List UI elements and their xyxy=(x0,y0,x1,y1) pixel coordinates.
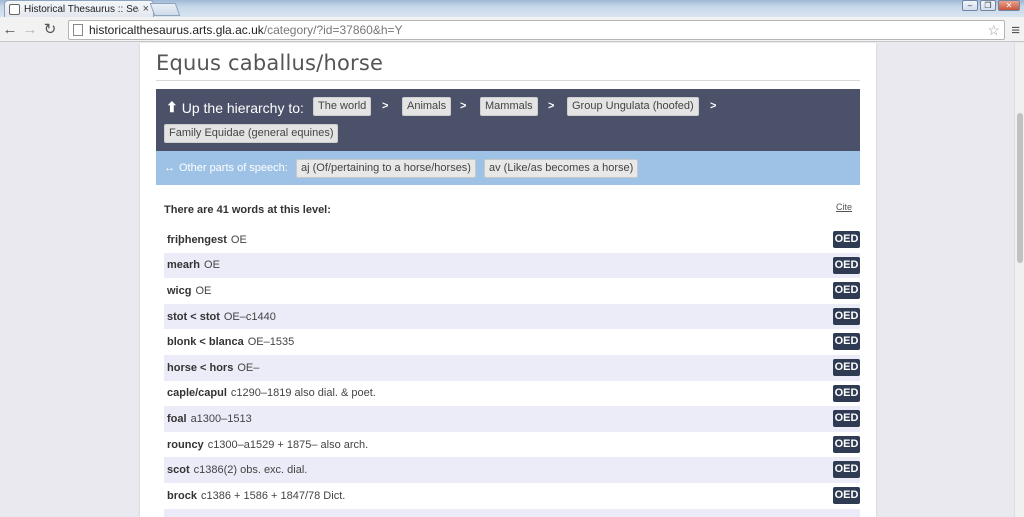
tab-close-icon[interactable]: × xyxy=(143,3,149,15)
list-item: scot c1386(2) obs. exc. dial. OED xyxy=(164,457,860,483)
breadcrumb-separator: > xyxy=(460,100,467,112)
minimize-icon[interactable]: – xyxy=(962,0,978,11)
breadcrumb-equidae[interactable]: Family Equidae (general equines) xyxy=(164,124,339,143)
word-info: c1290–1819 also dial. & poet. xyxy=(230,387,376,400)
word[interactable]: friþhengest xyxy=(167,234,227,246)
word[interactable]: caple/capul xyxy=(167,387,227,399)
word[interactable]: foal xyxy=(167,413,187,425)
word-info: OE xyxy=(230,233,247,246)
word-info: OE– xyxy=(237,361,260,374)
tab-title: Historical Thesaurus :: Sea xyxy=(24,3,139,15)
breadcrumb-the-world[interactable]: The world xyxy=(313,97,372,116)
oed-button[interactable]: OED xyxy=(833,435,860,453)
window-controls: – ❐ ✕ xyxy=(962,0,1020,11)
list-item: blonk < blanca OE–1535 OED xyxy=(164,329,860,355)
star-icon[interactable]: ☆ xyxy=(987,22,1000,39)
word[interactable]: stot < stot xyxy=(167,311,220,323)
word-info: OE xyxy=(195,284,212,297)
word[interactable]: mearh xyxy=(167,259,200,271)
oed-button[interactable]: OED xyxy=(833,486,860,504)
list-item: mearh OE OED xyxy=(164,252,860,279)
pos-adverb-button[interactable]: av (Like/as becomes a horse) xyxy=(484,159,639,178)
up-arrow-icon: ⬆ xyxy=(166,99,178,115)
forward-icon[interactable]: → xyxy=(20,21,40,38)
word-info: OE–c1440 xyxy=(223,310,276,323)
word[interactable]: rouncy xyxy=(167,439,204,451)
word-count: There are 41 words at this level: xyxy=(164,204,331,216)
scrollbar-thumb[interactable] xyxy=(1017,113,1023,263)
new-tab-button[interactable] xyxy=(149,3,181,16)
back-icon[interactable]: ← xyxy=(0,21,20,38)
oed-button[interactable]: OED xyxy=(833,231,860,248)
hierarchy-label-text: Up the hierarchy to: xyxy=(181,99,304,116)
word[interactable]: brock xyxy=(167,490,197,502)
oed-button[interactable]: OED xyxy=(833,461,860,479)
favicon-icon xyxy=(9,3,20,15)
oed-button[interactable]: OED xyxy=(833,358,860,376)
word-info: OE xyxy=(204,259,220,272)
menu-icon[interactable]: ≡ xyxy=(1011,22,1020,39)
word[interactable]: scot xyxy=(167,464,190,476)
pos-adjective-button[interactable]: aj (Of/pertaining to a horse/horses) xyxy=(296,159,476,178)
title-divider xyxy=(156,80,860,81)
breadcrumb-separator: > xyxy=(548,100,555,112)
list-item: brock c1386 + 1586 + 1847/78 Dict. OED xyxy=(164,483,860,509)
oed-button[interactable]: OED xyxy=(833,384,860,402)
word[interactable]: blonk < blanca xyxy=(167,336,244,348)
oed-button[interactable]: OED xyxy=(833,410,860,428)
oed-button[interactable]: OED xyxy=(833,307,860,325)
list-item xyxy=(164,508,860,517)
word[interactable]: wicg xyxy=(167,285,191,297)
browser-toolbar: ← → ↻ historicalthesaurus.arts.gla.ac.uk… xyxy=(0,17,1024,42)
address-bar[interactable]: historicalthesaurus.arts.gla.ac.uk/categ… xyxy=(68,20,1005,40)
word-list: friþhengest OE OED mearh OE OED wicg OE OED st… xyxy=(164,227,860,517)
url-host: historicalthesaurus.arts.gla.ac.uk xyxy=(89,23,264,37)
oed-button[interactable]: OED xyxy=(833,333,860,351)
content-panel: Equus caballus/horse ⬆ Up the hierarchy … xyxy=(140,43,876,517)
word-info: OE–1535 xyxy=(247,336,295,349)
oed-button[interactable]: OED xyxy=(833,282,860,300)
page-viewport: Equus caballus/horse ⬆ Up the hierarchy … xyxy=(0,43,1014,517)
hierarchy-label: ⬆ Up the hierarchy to: xyxy=(166,99,304,116)
list-item: rouncy c1300–a1529 + 1875– also arch. OED xyxy=(164,432,860,458)
word-info: c1386(2) obs. exc. dial. xyxy=(193,464,308,477)
browser-tab[interactable]: Historical Thesaurus :: Sea × xyxy=(4,0,154,17)
list-item: stot < stot OE–c1440 OED xyxy=(164,303,860,330)
page-title: Equus caballus/horse xyxy=(156,51,384,75)
parts-of-speech-box: ↔ Other parts of speech: aj (Of/pertaini… xyxy=(156,151,860,185)
breadcrumb-separator: > xyxy=(382,100,389,112)
scrollbar[interactable] xyxy=(1014,43,1024,517)
breadcrumb-animals[interactable]: Animals xyxy=(402,97,452,116)
url-path: /category/?id=37860&h=Y xyxy=(263,23,403,37)
page-icon xyxy=(73,24,83,36)
hierarchy-box: ⬆ Up the hierarchy to: The world > Anima… xyxy=(156,89,860,152)
browser-tabbar: Historical Thesaurus :: Sea × – ❐ ✕ xyxy=(0,0,1024,17)
pos-label: ↔ Other parts of speech: xyxy=(164,162,288,174)
list-item: horse < hors OE– OED xyxy=(164,354,860,381)
breadcrumb-mammals[interactable]: Mammals xyxy=(480,97,538,116)
pos-label-text: Other parts of speech: xyxy=(179,162,288,174)
list-item: friþhengest OE OED xyxy=(164,227,860,253)
breadcrumb-separator: > xyxy=(710,100,717,112)
word-info: a1300–1513 xyxy=(190,412,252,425)
window-close-icon[interactable]: ✕ xyxy=(998,0,1020,11)
breadcrumb-ungulata[interactable]: Group Ungulata (hoofed) xyxy=(567,97,699,116)
restore-icon[interactable]: ❐ xyxy=(980,0,996,11)
double-arrow-icon: ↔ xyxy=(164,162,175,174)
cite-link[interactable]: Cite xyxy=(836,202,852,212)
list-item: caple/capul c1290–1819 also dial. & poet.… xyxy=(164,381,860,407)
list-item: wicg OE OED xyxy=(164,278,860,304)
word-info: c1386 + 1586 + 1847/78 Dict. xyxy=(200,489,346,502)
word-info: c1300–a1529 + 1875– also arch. xyxy=(207,438,369,451)
reload-icon[interactable]: ↻ xyxy=(40,20,60,38)
word[interactable]: horse < hors xyxy=(167,362,233,374)
oed-button[interactable]: OED xyxy=(833,256,860,274)
list-item: foal a1300–1513 OED xyxy=(164,406,860,432)
